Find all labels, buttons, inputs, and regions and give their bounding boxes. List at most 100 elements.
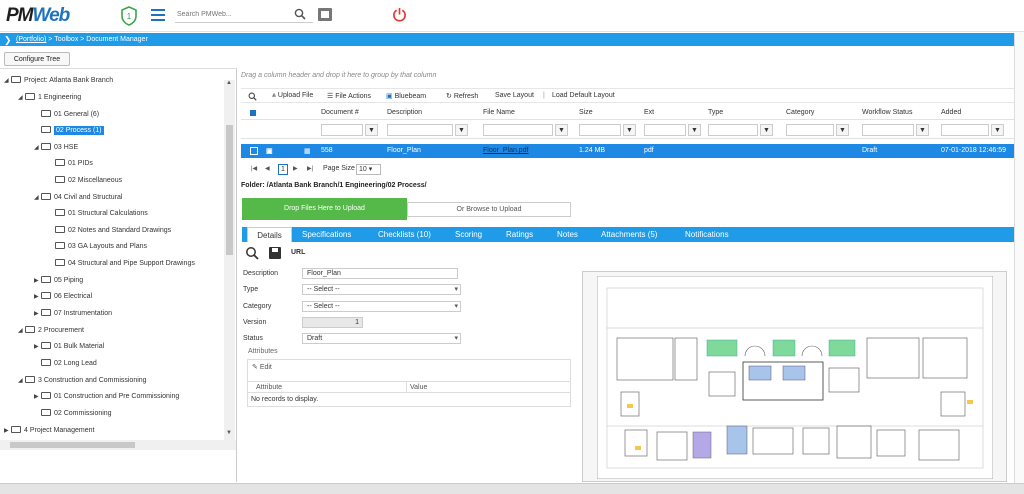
power-icon[interactable]: [392, 7, 407, 22]
version-field[interactable]: 1: [302, 317, 363, 328]
collapse-icon[interactable]: ◢: [18, 92, 25, 105]
tab-ratings[interactable]: Ratings: [506, 227, 533, 242]
expand-icon[interactable]: ▶: [34, 308, 41, 321]
type-select[interactable]: -- Select --: [302, 284, 461, 295]
tree-item-selected[interactable]: 02 Process (1): [34, 124, 104, 137]
save-icon[interactable]: [269, 247, 281, 259]
description-field[interactable]: Floor_Plan: [302, 268, 458, 279]
tab-checklists[interactable]: Checklists (10): [378, 227, 431, 242]
tree-item[interactable]: ▶ 4 Project Management: [4, 424, 94, 437]
filter-input[interactable]: [941, 124, 989, 136]
filter-icon[interactable]: ▼: [455, 124, 468, 136]
pmweb-logo[interactable]: PMWeb: [6, 5, 70, 27]
row-checkbox[interactable]: [250, 147, 258, 155]
filter-icon[interactable]: ▼: [623, 124, 636, 136]
filter-input[interactable]: [708, 124, 758, 136]
menu-icon[interactable]: [151, 9, 165, 21]
filter-input[interactable]: [387, 124, 453, 136]
collapse-icon[interactable]: ◢: [34, 142, 41, 155]
file-actions-button[interactable]: ☰ File Actions: [327, 92, 371, 100]
tree-item[interactable]: ▶ 05 Piping: [34, 274, 83, 287]
url-label[interactable]: URL: [291, 249, 305, 256]
search-icon[interactable]: [248, 92, 257, 103]
current-page[interactable]: 1: [278, 164, 288, 175]
tree-item[interactable]: 04 Structural and Pipe Support Drawings: [48, 257, 195, 270]
scroll-up-icon[interactable]: ▲: [226, 80, 232, 86]
edit-attributes-button[interactable]: ✎ Edit: [252, 363, 272, 371]
tree-item[interactable]: 02 Long Lead: [34, 357, 97, 370]
filter-input[interactable]: [483, 124, 553, 136]
expand-icon[interactable]: ▶: [4, 425, 11, 438]
filter-icon[interactable]: ▼: [760, 124, 773, 136]
next-page-icon[interactable]: ▶: [293, 165, 298, 172]
document-preview[interactable]: [582, 271, 1007, 482]
tab-details[interactable]: Details: [247, 227, 292, 242]
category-select[interactable]: -- Select --: [302, 301, 461, 312]
filter-icon[interactable]: ▼: [836, 124, 849, 136]
column-header-document[interactable]: Document #: [321, 109, 359, 116]
tree-item[interactable]: ◢ Project: Atlanta Bank Branch: [4, 74, 113, 87]
select-all-checkbox[interactable]: [250, 110, 256, 116]
filter-input[interactable]: [644, 124, 686, 136]
tree-item[interactable]: 02 Notes and Standard Drawings: [48, 224, 171, 237]
scrollbar-thumb[interactable]: [226, 125, 233, 255]
refresh-button[interactable]: ↻ Refresh: [446, 92, 478, 100]
bluebeam-button[interactable]: ▣ Bluebeam: [386, 92, 426, 100]
tree-item[interactable]: ◢ 1 Engineering: [18, 91, 81, 104]
filter-input[interactable]: [321, 124, 363, 136]
table-row[interactable]: ▣ ▦ 558 Floor_Plan Floor_Plan.pdf 1.24 M…: [241, 144, 1024, 158]
collapse-icon[interactable]: ◢: [4, 75, 11, 88]
collapse-icon[interactable]: ◢: [34, 192, 41, 205]
collapse-icon[interactable]: ◢: [18, 325, 25, 338]
expand-icon[interactable]: ▶: [34, 341, 41, 354]
first-page-icon[interactable]: |◀: [251, 165, 257, 172]
scrollbar-thumb[interactable]: [10, 442, 135, 448]
upload-file-button[interactable]: ⩓ Upload File: [272, 92, 313, 100]
load-default-layout-button[interactable]: Load Default Layout: [552, 92, 615, 99]
video-icon[interactable]: [318, 8, 332, 21]
tree-item[interactable]: 01 Structural Calculations: [48, 207, 148, 220]
expand-icon[interactable]: ▶: [34, 291, 41, 304]
column-header-size[interactable]: Size: [579, 109, 593, 116]
expand-icon[interactable]: ▶: [34, 275, 41, 288]
tree-item[interactable]: 02 Miscellaneous: [48, 174, 122, 187]
bookmark-icon[interactable]: ▣: [266, 147, 273, 155]
search-icon[interactable]: [294, 8, 306, 20]
tree-item[interactable]: ▶ 06 Electrical: [34, 290, 92, 303]
cell-file-name-link[interactable]: Floor_Plan.pdf: [483, 147, 529, 154]
status-select[interactable]: Draft: [302, 333, 461, 344]
tree-item[interactable]: 02 Commissioning: [34, 407, 112, 420]
tree-item[interactable]: ◢ 2 Procurement: [18, 324, 84, 337]
filter-icon[interactable]: ▼: [991, 124, 1004, 136]
expand-icon[interactable]: ▶: [34, 391, 41, 404]
filter-input[interactable]: [862, 124, 914, 136]
tree-item[interactable]: 01 General (6): [34, 108, 99, 121]
filter-icon[interactable]: ▼: [916, 124, 929, 136]
configure-tree-button[interactable]: Configure Tree: [4, 52, 70, 66]
tree-item[interactable]: ▶ 07 Instrumentation: [34, 307, 112, 320]
column-header-workflow-status[interactable]: Workflow Status: [862, 109, 912, 116]
scroll-down-icon[interactable]: ▼: [226, 430, 232, 436]
tree-item[interactable]: 03 GA Layouts and Plans: [48, 240, 147, 253]
tree-item[interactable]: ▶ 01 Bulk Material: [34, 340, 104, 353]
tree-vertical-scrollbar[interactable]: ▲ ▼: [224, 80, 235, 440]
collapse-icon[interactable]: ◢: [18, 375, 25, 388]
page-scrollbar[interactable]: [1014, 33, 1024, 483]
prev-page-icon[interactable]: ◀: [265, 165, 270, 172]
column-header-description[interactable]: Description: [387, 109, 422, 116]
column-header-type[interactable]: Type: [708, 109, 723, 116]
drop-files-zone[interactable]: Drop Files Here to Upload: [242, 198, 407, 220]
search-icon[interactable]: [245, 246, 259, 260]
tab-specifications[interactable]: Specifications: [302, 227, 351, 242]
filter-input[interactable]: [579, 124, 621, 136]
tree-item[interactable]: ◢ 03 HSE: [34, 141, 78, 154]
tree-item[interactable]: ▶ 01 Construction and Pre Commissioning: [34, 390, 179, 403]
filter-icon[interactable]: ▼: [555, 124, 568, 136]
tree-item[interactable]: ◢ 3 Construction and Commissioning: [18, 374, 147, 387]
search-input[interactable]: [175, 7, 313, 23]
shield-badge-icon[interactable]: 1: [120, 6, 138, 26]
tab-notes[interactable]: Notes: [557, 227, 578, 242]
column-header-category[interactable]: Category: [786, 109, 814, 116]
tab-notifications[interactable]: Notifications: [685, 227, 729, 242]
tab-attachments[interactable]: Attachments (5): [601, 227, 657, 242]
